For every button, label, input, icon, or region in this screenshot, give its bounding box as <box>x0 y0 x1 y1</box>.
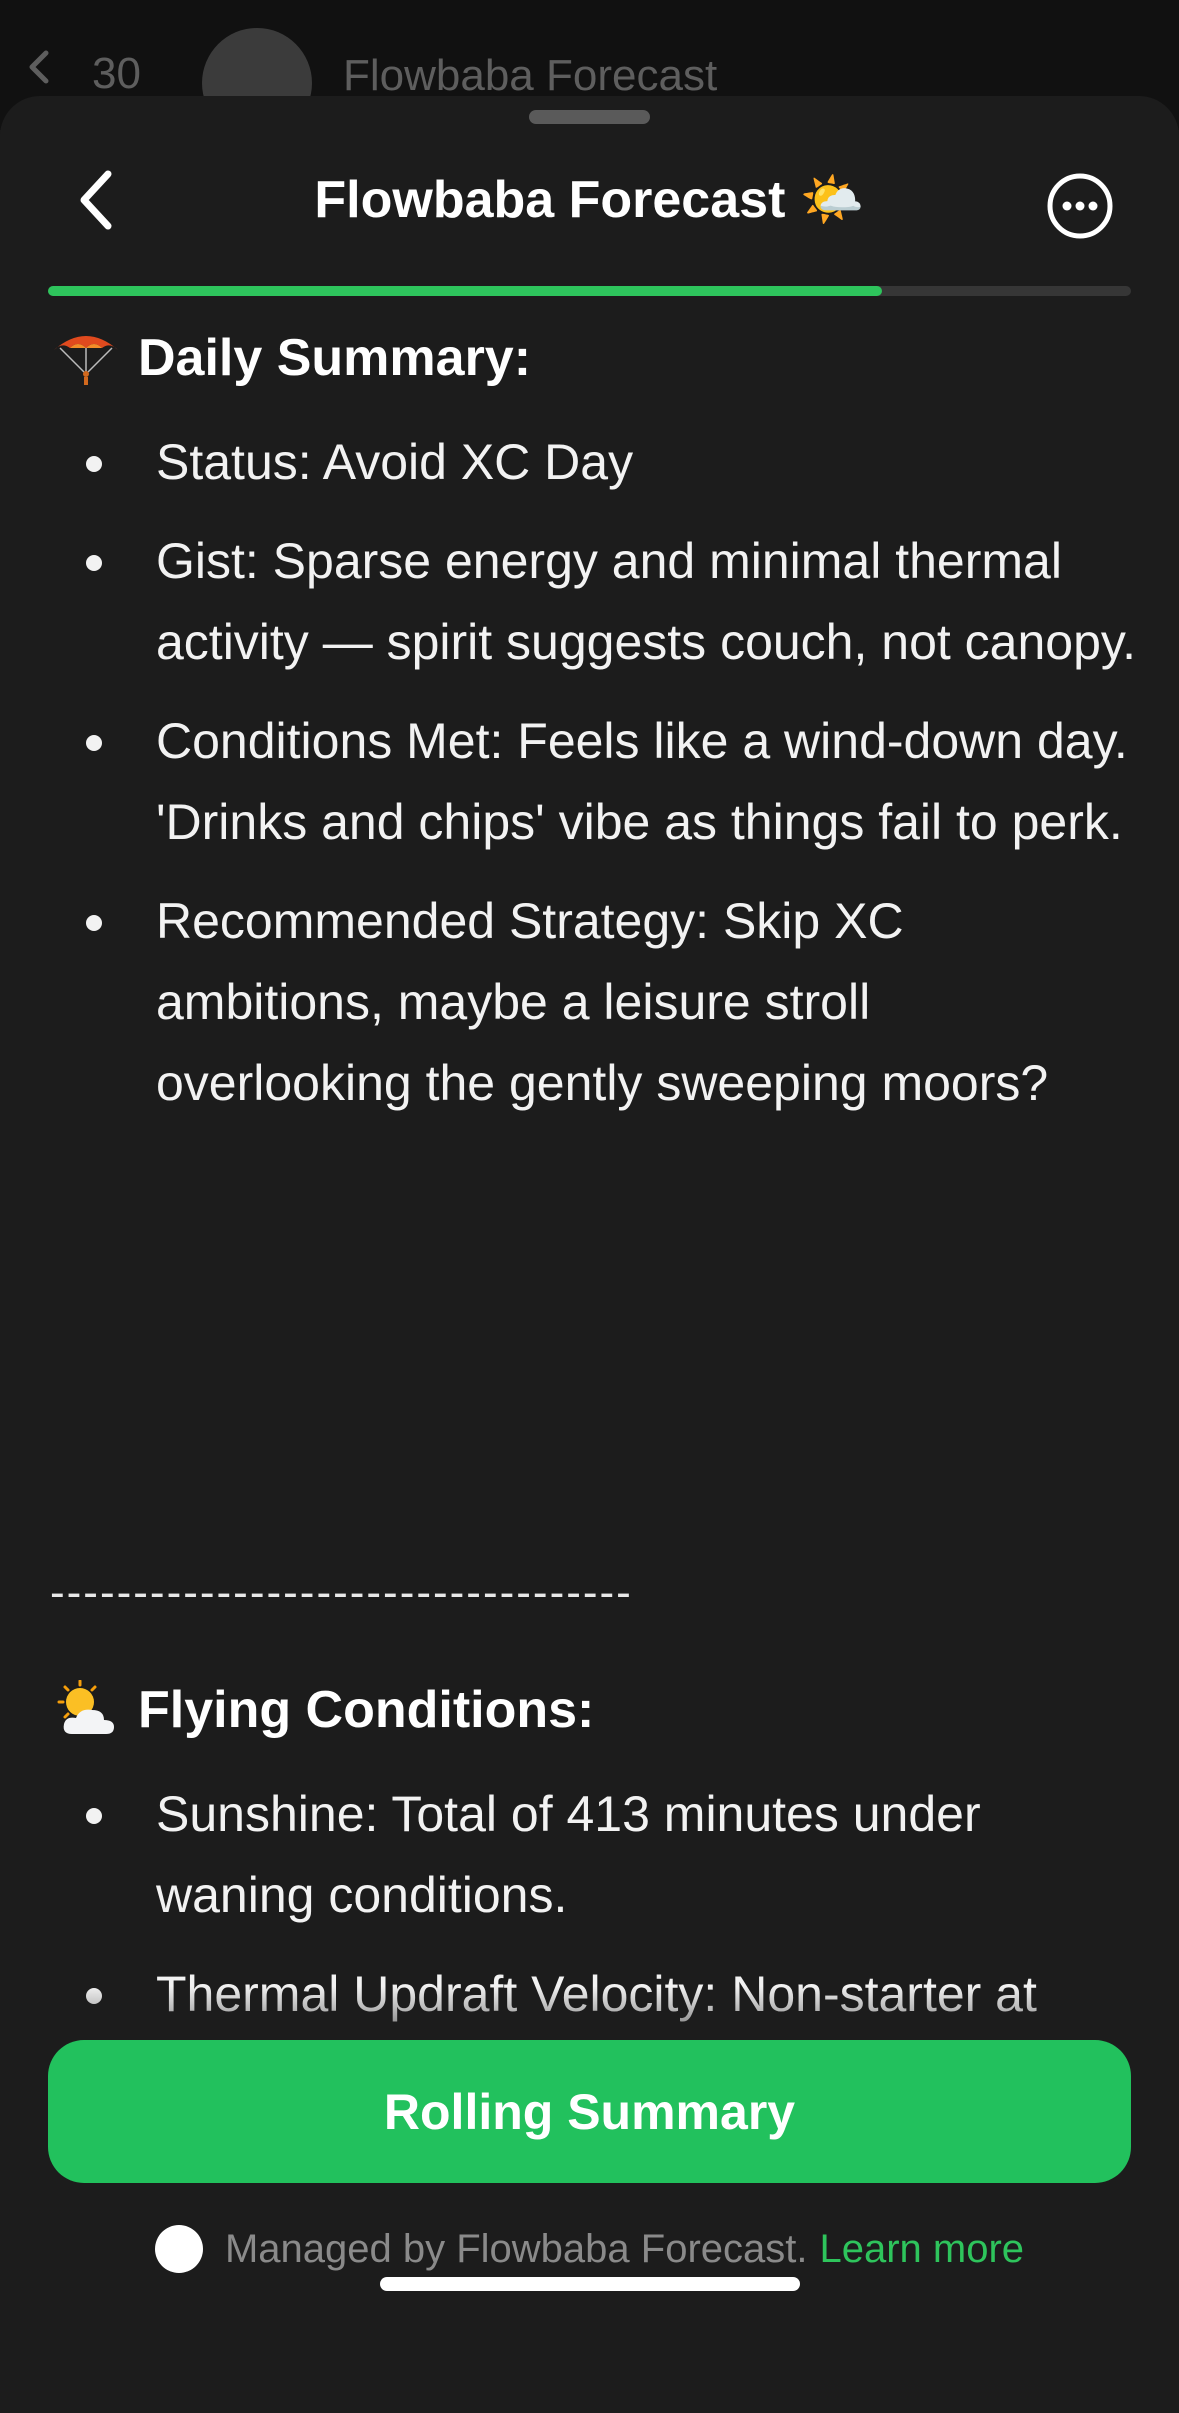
mini-app-sheet: Flowbaba Forecast 🌤️ Daily Summary: Stat… <box>0 96 1179 2413</box>
paraglider-icon <box>54 336 118 385</box>
progress-bar <box>48 286 1131 296</box>
forecast-content[interactable]: Daily Summary: Status: Avoid XC Day Gist… <box>0 328 1179 2098</box>
list-item: Sunshine: Total of 413 minutes under wan… <box>0 1774 1179 1936</box>
background-back-chevron-icon <box>29 50 49 84</box>
list-item: Gist: Sparse energy and minimal thermal … <box>0 521 1179 683</box>
page-title: Flowbaba Forecast 🌤️ <box>314 171 865 229</box>
managed-by-footer: Managed by Flowbaba Forecast. Learn more <box>0 2224 1179 2274</box>
flying-conditions-heading: Flying Conditions: <box>50 1680 594 1740</box>
progress-fill <box>48 286 882 296</box>
daily-summary-heading: Daily Summary: <box>50 328 531 388</box>
more-options-icon[interactable] <box>1046 172 1114 240</box>
rolling-summary-button[interactable]: Rolling Summary <box>48 2040 1131 2183</box>
managed-by-text: Managed by Flowbaba Forecast. <box>224 2227 808 2271</box>
sheet-grabber[interactable] <box>529 110 650 124</box>
home-indicator <box>380 2277 800 2291</box>
learn-more-link[interactable]: Learn more <box>819 2224 1024 2274</box>
list-item: Status: Avoid XC Day <box>0 422 1179 503</box>
list-item: Recommended Strategy: Skip XC ambitions,… <box>0 881 1179 1124</box>
section-divider: ----------------------------------- <box>50 1568 633 1617</box>
flying-conditions-title: Flying Conditions: <box>138 1681 595 1739</box>
sun-behind-cloud-icon <box>57 1680 114 1734</box>
bot-avatar-icon <box>154 2225 203 2273</box>
daily-summary-title: Daily Summary: <box>138 329 532 387</box>
background-title: Flowbaba Forecast <box>343 51 718 100</box>
background-unread-count: 30 <box>92 49 141 98</box>
list-item: Conditions Met: Feels like a wind-down d… <box>0 701 1179 863</box>
daily-summary-list: Status: Avoid XC Day Gist: Sparse energy… <box>0 422 1179 1142</box>
